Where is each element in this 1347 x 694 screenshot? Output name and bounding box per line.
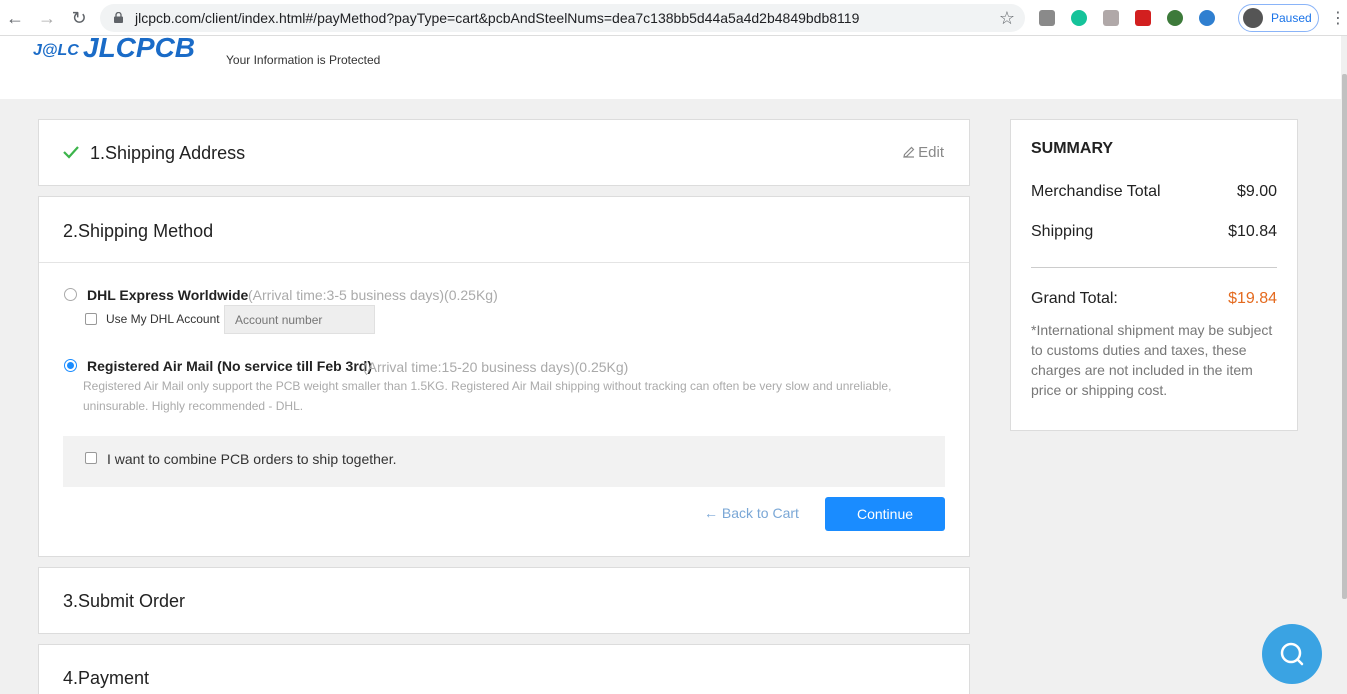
edit-label: Edit bbox=[918, 144, 944, 161]
merchandise-value: $9.00 bbox=[1236, 183, 1277, 200]
payment-title: 4.Payment bbox=[63, 668, 150, 688]
lock-icon bbox=[114, 12, 123, 23]
back-arrow-icon[interactable]: ← bbox=[5, 8, 25, 28]
combine-orders-checkbox[interactable] bbox=[85, 452, 97, 464]
pdf-extension-icon[interactable] bbox=[1103, 10, 1119, 26]
logo-mark: J@LC bbox=[33, 42, 79, 59]
airmail-description: Registered Air Mail only support the PCB… bbox=[83, 379, 892, 413]
shipping-address-title: 1.Shipping Address bbox=[90, 143, 246, 163]
merchandise-label: Merchandise Total bbox=[1031, 183, 1161, 200]
site-header: J@LC JLCPCB Your Information is Protecte… bbox=[0, 32, 1341, 99]
back-to-cart-label: Back to Cart bbox=[721, 505, 799, 521]
scrollbar-thumb[interactable] bbox=[1342, 74, 1347, 599]
address-bar[interactable]: jlcpcb.com/client/index.html#/payMethod?… bbox=[100, 4, 1025, 32]
check-icon bbox=[63, 146, 79, 159]
grand-total-value: $19.84 bbox=[1228, 290, 1277, 307]
dhl-account-label: Use My DHL Account bbox=[106, 312, 220, 326]
combine-orders-box: I want to combine PCB orders to ship tog… bbox=[63, 436, 945, 487]
shipping-method-section: 2.Shipping Method DHL Express Worldwide … bbox=[38, 196, 970, 557]
reload-icon[interactable]: ↻ bbox=[69, 8, 89, 28]
dhl-account-number-input[interactable] bbox=[224, 305, 375, 334]
airmail-option-note: (Arrival time:15-20 business days)(0.25K… bbox=[363, 359, 629, 375]
submit-order-section[interactable]: 3.Submit Order bbox=[38, 567, 970, 634]
help-chat-button[interactable] bbox=[1262, 624, 1322, 684]
globe-extension-icon[interactable] bbox=[1167, 10, 1183, 26]
dhl-radio[interactable] bbox=[64, 288, 77, 301]
dhl-option-note: (Arrival time:3-5 business days)(0.25Kg) bbox=[248, 287, 498, 303]
page-scrollbar[interactable] bbox=[1341, 36, 1347, 694]
shipping-address-section: 1.Shipping Address Edit bbox=[38, 119, 970, 186]
url-text: jlcpcb.com/client/index.html#/payMethod?… bbox=[135, 10, 860, 26]
search-chat-icon bbox=[1280, 642, 1304, 666]
earth-extension-icon[interactable] bbox=[1199, 10, 1215, 26]
dhl-account-checkbox[interactable] bbox=[85, 313, 97, 325]
airmail-radio[interactable] bbox=[64, 359, 77, 372]
order-summary: SUMMARY Merchandise Total $9.00 Shipping… bbox=[1010, 119, 1298, 431]
shipping-label: Shipping bbox=[1031, 223, 1094, 240]
avatar bbox=[1243, 8, 1263, 28]
customs-note: *International shipment may be subject t… bbox=[1031, 322, 1273, 398]
summary-divider bbox=[1031, 267, 1277, 268]
profile-status: Paused bbox=[1271, 11, 1312, 25]
pencil-icon bbox=[903, 146, 915, 158]
bookmark-star-icon[interactable]: ☆ bbox=[999, 8, 1015, 29]
grammarly-icon[interactable] bbox=[1071, 10, 1087, 26]
merchandise-total-row: Merchandise Total $9.00 bbox=[1031, 183, 1277, 201]
forward-arrow-icon[interactable]: → bbox=[37, 8, 57, 28]
profile-button[interactable]: Paused bbox=[1238, 4, 1319, 32]
edit-address-button[interactable]: Edit bbox=[903, 144, 944, 161]
continue-button[interactable]: Continue bbox=[825, 497, 945, 531]
payment-section[interactable]: 4.Payment bbox=[38, 644, 970, 694]
combine-orders-label: I want to combine PCB orders to ship tog… bbox=[107, 451, 397, 467]
browser-toolbar: ← → ↻ jlcpcb.com/client/index.html#/payM… bbox=[0, 0, 1347, 36]
submit-order-title: 3.Submit Order bbox=[63, 591, 186, 611]
dhl-option-name: DHL Express Worldwide bbox=[87, 287, 249, 303]
logo-text: JLCPCB bbox=[83, 32, 196, 63]
divider bbox=[39, 262, 969, 263]
left-arrow-icon: ← bbox=[704, 505, 722, 521]
grand-total-label: Grand Total: bbox=[1031, 290, 1118, 307]
grand-total-row: Grand Total: $19.84 bbox=[1031, 290, 1277, 308]
browser-menu-icon[interactable]: ⋮ bbox=[1330, 8, 1346, 28]
back-to-cart-link[interactable]: ← Back to Cart bbox=[704, 505, 799, 521]
flash-extension-icon[interactable] bbox=[1135, 10, 1151, 26]
protected-text: Your Information is Protected bbox=[226, 53, 381, 67]
summary-title: SUMMARY bbox=[1031, 140, 1114, 157]
shipping-method-title: 2.Shipping Method bbox=[63, 221, 214, 241]
airmail-option-name: Registered Air Mail (No service till Feb… bbox=[87, 358, 373, 374]
shipping-row: Shipping $10.84 bbox=[1031, 223, 1277, 241]
extension-icon[interactable] bbox=[1039, 10, 1055, 26]
shipping-value: $10.84 bbox=[1228, 223, 1277, 240]
